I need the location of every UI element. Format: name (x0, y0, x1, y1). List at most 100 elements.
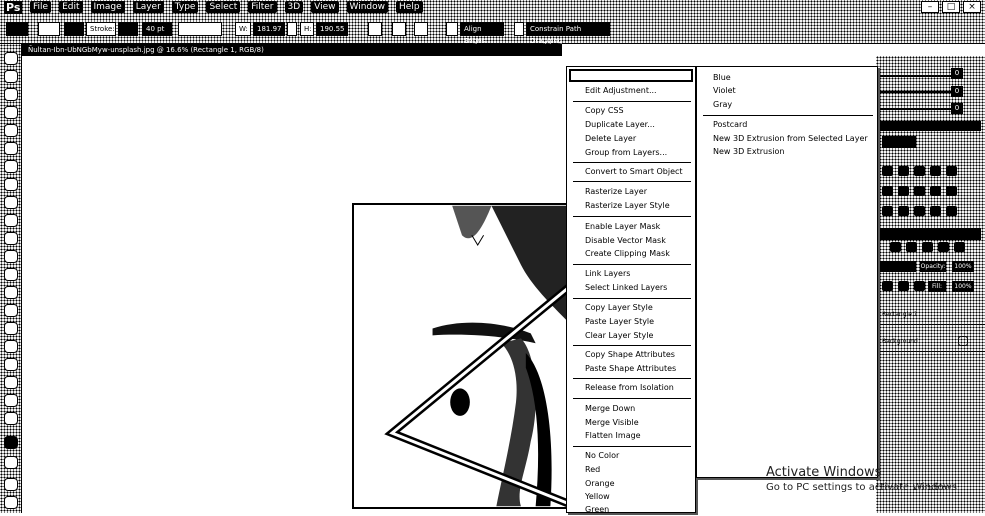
shape-tool-icon[interactable] (4, 358, 18, 371)
cm-edit-adjustment[interactable]: Edit Adjustment... (585, 85, 657, 97)
cm-create-clipping-mask[interactable]: Create Clipping Mask (585, 248, 670, 260)
cm-disable-vector-mask[interactable]: Disable Vector Mask (585, 235, 666, 247)
cm-orange[interactable]: Orange (585, 478, 615, 490)
adjust-photofilter-icon[interactable] (930, 186, 941, 196)
adjust-slider-1[interactable] (880, 75, 954, 77)
path-select-tool-icon[interactable] (4, 340, 18, 353)
adjust-invert-icon[interactable] (882, 206, 893, 216)
menu-3d[interactable]: 3D (284, 1, 304, 13)
move-tool-icon[interactable] (4, 52, 18, 65)
sm-postcard[interactable]: Postcard (713, 119, 747, 131)
adjust-curves-icon[interactable] (914, 166, 925, 176)
gradient-tool-icon[interactable] (4, 250, 18, 263)
cm-flatten-image[interactable]: Flatten Image (585, 430, 641, 442)
lock-pixels-icon[interactable] (882, 281, 893, 291)
menu-filter[interactable]: Filter (248, 1, 277, 13)
cm-copy-layer-style[interactable]: Copy Layer Style (585, 302, 653, 314)
adjust-colorbalance-icon[interactable] (898, 186, 909, 196)
slider-value-3[interactable]: 0 (951, 103, 963, 114)
hand-tool-icon[interactable] (4, 394, 18, 407)
adjust-slider-2[interactable] (880, 91, 954, 93)
context-menu-top-item[interactable] (569, 69, 693, 82)
menu-file[interactable]: File (30, 1, 52, 13)
cm-no-color[interactable]: No Color (585, 450, 619, 462)
adjust-posterize-icon[interactable] (898, 206, 909, 216)
layer-row-background[interactable]: Background (877, 332, 985, 352)
adjust-hue-icon[interactable] (882, 186, 893, 196)
adjust-exposure-icon[interactable] (930, 166, 941, 176)
close-icon[interactable]: × (963, 1, 981, 13)
adjust-bw-icon[interactable] (914, 186, 925, 196)
adjust-selective-icon[interactable] (946, 206, 957, 216)
type-tool-icon[interactable] (4, 322, 18, 335)
sm-new-3d-extrusion[interactable]: New 3D Extrusion (713, 146, 784, 158)
cm-convert-smart-object[interactable]: Convert to Smart Object (585, 166, 683, 178)
menu-layer[interactable]: Layer (132, 1, 164, 13)
maximize-icon[interactable]: □ (942, 1, 960, 13)
width-field[interactable]: 181.97 (253, 22, 285, 36)
constrain-checkbox[interactable] (514, 22, 524, 36)
marquee-tool-icon[interactable] (4, 70, 18, 83)
tool-preset-icon[interactable] (6, 22, 28, 36)
blur-tool-icon[interactable] (4, 268, 18, 281)
menu-window[interactable]: Window (346, 1, 389, 13)
layer-filter-icon-4[interactable] (938, 242, 949, 252)
cm-release-from-isolation[interactable]: Release from Isolation (585, 382, 674, 394)
sm-gray[interactable]: Gray (713, 99, 732, 111)
cm-delete-layer[interactable]: Delete Layer (585, 133, 636, 145)
cm-paste-shape-attributes[interactable]: Paste Shape Attributes (585, 363, 676, 375)
blend-mode-dropdown[interactable] (880, 261, 916, 272)
menu-select[interactable]: Select (206, 1, 241, 13)
menu-view[interactable]: View (311, 1, 339, 13)
cm-select-linked-layers[interactable]: Select Linked Layers (585, 282, 667, 294)
cm-duplicate-layer[interactable]: Duplicate Layer... (585, 119, 655, 131)
menu-edit[interactable]: Edit (59, 1, 83, 13)
cm-merge-visible[interactable]: Merge Visible (585, 417, 639, 429)
eyedropper-tool-icon[interactable] (4, 142, 18, 155)
layers-panel-tabs[interactable] (876, 228, 981, 240)
sm-violet[interactable]: Violet (713, 85, 736, 97)
slider-value-1[interactable]: 0 (951, 68, 963, 79)
sm-new-3d-extrusion-selected[interactable]: New 3D Extrusion from Selected Layer (713, 133, 868, 145)
cm-rasterize-layer-style[interactable]: Rasterize Layer Style (585, 200, 670, 212)
foreground-color-swatch[interactable] (4, 436, 18, 449)
slider-value-2[interactable]: 0 (951, 86, 963, 97)
stroke-swatch-icon[interactable] (118, 22, 138, 36)
cm-group-from-layers[interactable]: Group from Layers... (585, 147, 667, 159)
cm-merge-down[interactable]: Merge Down (585, 403, 635, 415)
history-brush-tool-icon[interactable] (4, 214, 18, 227)
align-edges-checkbox[interactable]: Align Edges (460, 22, 504, 45)
adjust-brightness-icon[interactable] (882, 166, 893, 176)
stroke-width-field[interactable]: 40 pt (142, 22, 172, 36)
cm-red[interactable]: Red (585, 464, 600, 476)
stamp-tool-icon[interactable] (4, 196, 18, 209)
quick-mask-icon[interactable] (4, 478, 18, 491)
lock-all-icon[interactable] (914, 281, 925, 291)
healing-tool-icon[interactable] (4, 160, 18, 173)
menu-image[interactable]: Image (90, 1, 125, 13)
adjust-mixer-icon[interactable] (946, 186, 957, 196)
cm-copy-shape-attributes[interactable]: Copy Shape Attributes (585, 349, 675, 361)
path-arrange-icon[interactable] (414, 22, 428, 36)
background-color-swatch[interactable] (4, 456, 18, 469)
layer-filter-icon-3[interactable] (922, 242, 933, 252)
eraser-tool-icon[interactable] (4, 232, 18, 245)
cm-copy-css[interactable]: Copy CSS (585, 105, 624, 117)
adjust-gradientmap-icon[interactable] (930, 206, 941, 216)
menu-help[interactable]: Help (396, 1, 423, 13)
cm-clear-layer-style[interactable]: Clear Layer Style (585, 330, 653, 342)
link-icon[interactable] (287, 22, 297, 36)
brush-tool-icon[interactable] (4, 178, 18, 191)
document-tab[interactable]: Ñultan-Ibn-UbNGbMyw-unsplash.jpg @ 16.6%… (22, 44, 562, 56)
fill-swatch-icon[interactable] (64, 22, 84, 36)
quick-select-tool-icon[interactable] (4, 106, 18, 119)
layer-filter-icon-1[interactable] (890, 242, 901, 252)
layer-filter-icon-5[interactable] (954, 242, 965, 252)
lock-position-icon[interactable] (898, 281, 909, 291)
cm-enable-layer-mask[interactable]: Enable Layer Mask (585, 221, 660, 233)
crop-tool-icon[interactable] (4, 124, 18, 137)
opacity-value[interactable]: 100% (952, 261, 974, 272)
sm-blue[interactable]: Blue (713, 72, 731, 84)
path-ops-icon[interactable] (368, 22, 382, 36)
adjust-threshold-icon[interactable] (914, 206, 925, 216)
